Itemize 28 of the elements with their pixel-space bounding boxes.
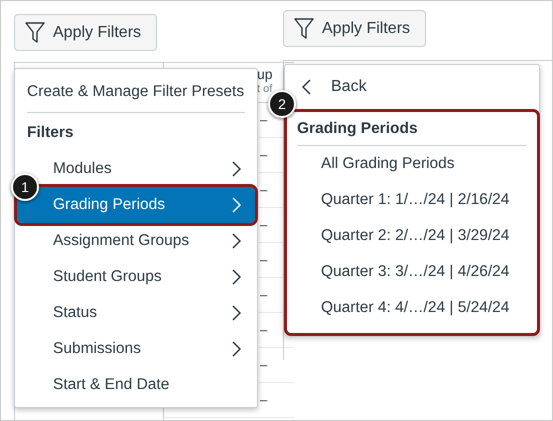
menu-section-heading: Grading Periods (297, 118, 419, 139)
table-cell-text: – (260, 216, 268, 234)
table-cell-text: – (260, 181, 268, 200)
menu-section-heading: Filters (27, 123, 75, 144)
apply-filters-button[interactable]: Apply Filters (14, 14, 157, 51)
filter-menu-item[interactable]: Assignment Groups (17, 223, 255, 259)
table-cell-text: – (260, 146, 268, 164)
filter-icon (294, 18, 314, 40)
table-cell-text: – (260, 111, 268, 130)
grading-period-option[interactable]: Quarter 3: 3/…/24 | 4/26/24 (297, 254, 527, 290)
table-cell-text: – (260, 286, 268, 304)
table-cell-text: – (260, 321, 268, 340)
grading-period-option[interactable]: Quarter 1: 1/…/24 | 2/16/24 (297, 182, 527, 218)
grading-period-option[interactable]: All Grading Periods (297, 146, 527, 182)
grading-period-option[interactable]: Quarter 2: 2/…/24 | 3/29/24 (297, 218, 527, 254)
table-cell-text: – (260, 391, 268, 410)
create-presets-menu-item[interactable]: Create & Manage Filter Presets (27, 79, 245, 105)
table-cell-text: – (260, 251, 268, 270)
column-header: up (257, 67, 274, 82)
filter-menu-item[interactable]: Status (17, 295, 255, 331)
filter-menu-item[interactable]: Start & End Date (17, 367, 255, 403)
filter-menu-item[interactable]: Student Groups (17, 259, 255, 295)
chevron-left-icon (302, 79, 311, 95)
table-cell-text: – (260, 356, 268, 374)
apply-filters-button[interactable]: Apply Filters (283, 10, 426, 47)
filter-menu-item[interactable]: Submissions (17, 331, 255, 367)
filter-icon (25, 22, 45, 44)
grading-period-option[interactable]: Quarter 4: 4/…/24 | 5/24/24 (297, 290, 527, 326)
